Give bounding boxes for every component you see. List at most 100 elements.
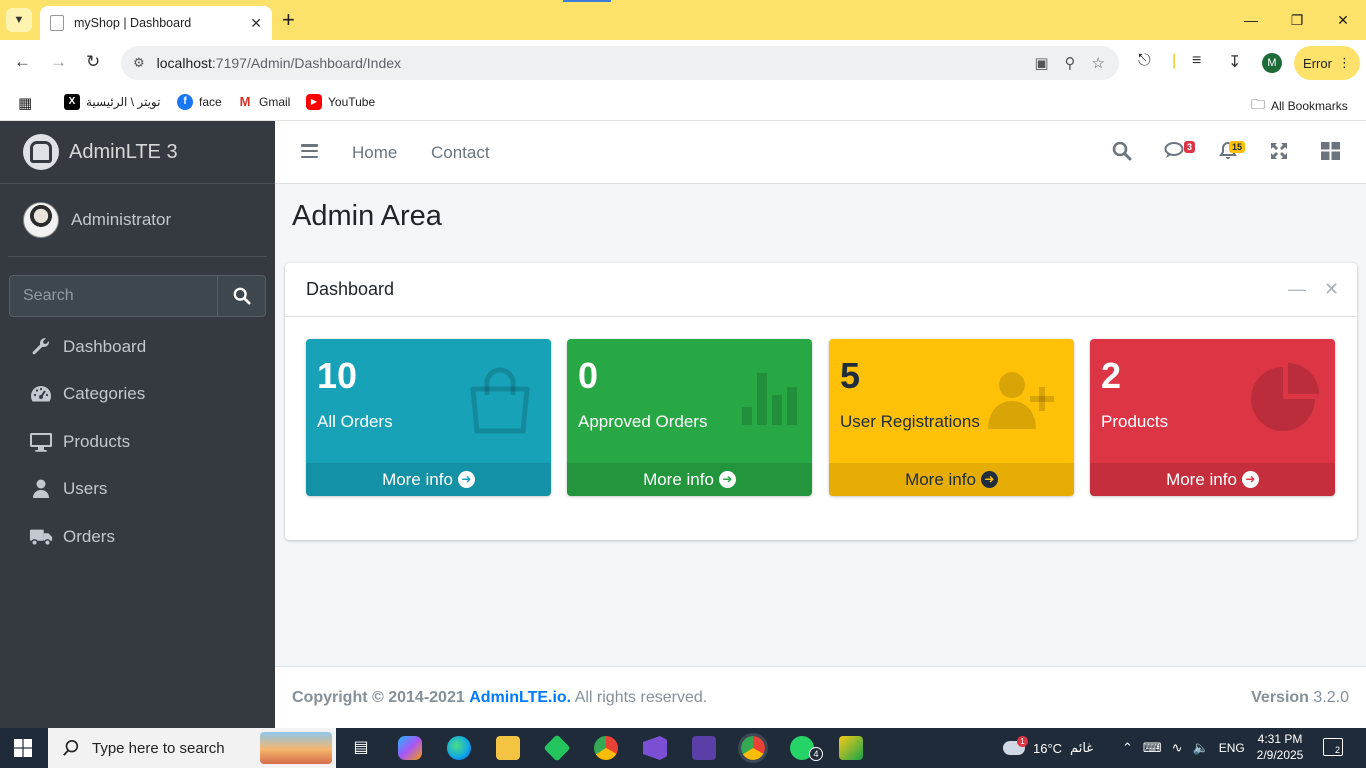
app-icon-yellow[interactable] <box>839 736 863 760</box>
windows-taskbar: Type here to search ▤ 4 1 16°C غائم ⌃ ⌨ … <box>0 728 1366 768</box>
arrow-circle-right-icon: ➜ <box>980 471 998 488</box>
more-info-link[interactable]: More info ➜ <box>1090 463 1335 496</box>
user-panel: Administrator <box>8 184 267 257</box>
small-box-products: 2 Products More info ➜ <box>1090 339 1335 496</box>
more-info-link[interactable]: More info ➜ <box>306 463 551 496</box>
chevron-up-icon[interactable]: ⌃ <box>1122 740 1133 756</box>
zoom-icon[interactable]: ⚲ <box>1065 54 1076 72</box>
notification-center-icon[interactable]: 2 <box>1323 738 1343 756</box>
windows-start-icon[interactable] <box>14 739 32 762</box>
sidebar-item-orders[interactable]: Orders <box>9 513 266 561</box>
taskbar-clock[interactable]: 4:31 PM 2/9/2025 <box>1250 731 1310 763</box>
brand-link[interactable]: AdminLTE 3 <box>0 121 275 184</box>
keyboard-icon[interactable]: ⌨ <box>1143 740 1162 756</box>
sidebar-search <box>9 275 266 317</box>
translate-icon[interactable]: ▣ <box>1034 54 1048 72</box>
user-name[interactable]: Administrator <box>71 210 171 230</box>
user-plus-icon <box>988 369 1058 434</box>
profile-avatar[interactable]: M <box>1262 53 1282 73</box>
forward-icon[interactable]: → <box>50 52 67 72</box>
wrench-icon <box>29 337 53 357</box>
edge-icon[interactable] <box>447 736 471 760</box>
language-indicator[interactable]: ENG <box>1219 741 1245 755</box>
bookmark-x[interactable]: X تويتر \ الرئيسية <box>64 94 160 110</box>
minimize-icon[interactable]: — <box>1228 0 1274 40</box>
weather-widget[interactable]: 1 16°C غائم <box>1003 728 1093 768</box>
bar-chart-icon <box>742 373 798 430</box>
remove-icon[interactable]: ✕ <box>1324 279 1339 300</box>
youtube-icon: ▶ <box>306 94 322 110</box>
sidebar-search-input[interactable] <box>9 275 217 317</box>
footer-version: Version 3.2.0 <box>1251 689 1349 706</box>
sidebar-item-dashboard[interactable]: Dashboard <box>9 323 266 371</box>
volume-icon[interactable]: 🔈 <box>1193 740 1209 756</box>
apps-grid-icon[interactable]: ▦ <box>18 94 32 112</box>
close-window-icon[interactable]: ✕ <box>1320 0 1366 40</box>
notifications-badge: 15 <box>1229 141 1246 153</box>
adminlte-link[interactable]: AdminLTE.io. <box>469 689 571 706</box>
browser-tab-active[interactable]: myShop | Dashboard ✕ <box>40 6 272 40</box>
card-title: Dashboard <box>306 279 395 299</box>
file-explorer-icon[interactable] <box>496 736 520 760</box>
small-box-approved-orders: 0 Approved Orders More info ➜ <box>567 339 812 496</box>
sidebar-item-users[interactable]: Users <box>9 466 266 514</box>
bookmark-face[interactable]: f face <box>177 94 222 110</box>
more-info-link[interactable]: More info ➜ <box>829 463 1074 496</box>
sidebar-item-products[interactable]: Products <box>9 418 266 466</box>
url-text: localhost:7197/Admin/Dashboard/Index <box>156 55 402 71</box>
visual-studio-icon[interactable] <box>643 736 667 760</box>
box-number: 5 <box>840 355 861 396</box>
fullscreen-icon[interactable] <box>1270 142 1288 165</box>
collapse-icon[interactable]: — <box>1288 279 1306 300</box>
downloads-icon[interactable]: ↧ <box>1228 52 1241 72</box>
tab-search-button[interactable]: ▼ <box>6 8 32 32</box>
footer-copyright: Copyright © 2014-2021 AdminLTE.io. All r… <box>292 689 708 706</box>
box-number: 10 <box>317 355 358 396</box>
sidebar-item-categories[interactable]: Categories <box>9 371 266 419</box>
back-icon[interactable]: ← <box>14 52 31 72</box>
pie-chart-icon <box>1249 361 1323 440</box>
app-icon-purple[interactable] <box>692 736 716 760</box>
box-number: 2 <box>1101 355 1122 396</box>
facebook-icon: f <box>177 94 193 110</box>
extensions-icon[interactable]: ⎋ <box>1138 52 1151 70</box>
small-box-all-orders: 10 All Orders More info ➜ <box>306 339 551 496</box>
bookmark-star-icon[interactable]: ☆ <box>1092 54 1105 72</box>
site-info-icon[interactable]: ⚙ <box>133 55 145 71</box>
copilot-icon[interactable] <box>398 736 422 760</box>
app-icon-green[interactable] <box>543 734 571 762</box>
control-sidebar-icon[interactable] <box>1321 142 1340 165</box>
nav-contact-link[interactable]: Contact <box>431 143 490 163</box>
sidebar-search-button[interactable] <box>217 275 266 317</box>
reading-list-icon[interactable]: ≡ <box>1192 52 1201 70</box>
x-icon: X <box>64 94 80 110</box>
window-controls: — ❐ ✕ <box>1228 0 1366 40</box>
chrome-icon[interactable] <box>594 736 618 760</box>
nav-home-link[interactable]: Home <box>352 143 397 163</box>
all-bookmarks[interactable]: 🗀 All Bookmarks <box>1251 94 1348 118</box>
menu-toggle-icon[interactable] <box>301 144 318 158</box>
main-header: Home Contact 3 15 <box>275 121 1366 184</box>
weather-badge: 1 <box>1017 736 1028 747</box>
new-tab-button[interactable]: + <box>282 8 295 32</box>
bookmark-youtube[interactable]: ▶ YouTube <box>306 94 375 110</box>
navbar-search-icon[interactable] <box>1112 141 1132 166</box>
chrome-profile-icon[interactable] <box>738 733 768 763</box>
restore-icon[interactable]: ❐ <box>1274 0 1320 40</box>
more-info-link[interactable]: More info ➜ <box>567 463 812 496</box>
error-button[interactable]: Error ⋮ <box>1294 46 1360 80</box>
box-number: 0 <box>578 355 599 396</box>
task-view-icon[interactable]: ▤ <box>349 736 373 760</box>
address-bar[interactable]: ⚙ localhost:7197/Admin/Dashboard/Index ▣… <box>121 46 1119 80</box>
search-icon <box>63 739 79 756</box>
wifi-icon[interactable]: ∿ <box>1172 740 1183 756</box>
taskbar-search[interactable]: Type here to search <box>48 728 336 768</box>
bookmark-gmail[interactable]: M Gmail <box>237 94 290 110</box>
folder-icon: 🗀 <box>1251 96 1265 112</box>
shopping-bag-icon <box>465 365 535 440</box>
reload-icon[interactable]: ↻ <box>86 52 100 72</box>
arrow-circle-right-icon: ➜ <box>1241 471 1259 488</box>
close-tab-icon[interactable]: ✕ <box>250 15 262 32</box>
user-icon <box>29 479 53 499</box>
whatsapp-badge: 4 <box>809 747 823 761</box>
